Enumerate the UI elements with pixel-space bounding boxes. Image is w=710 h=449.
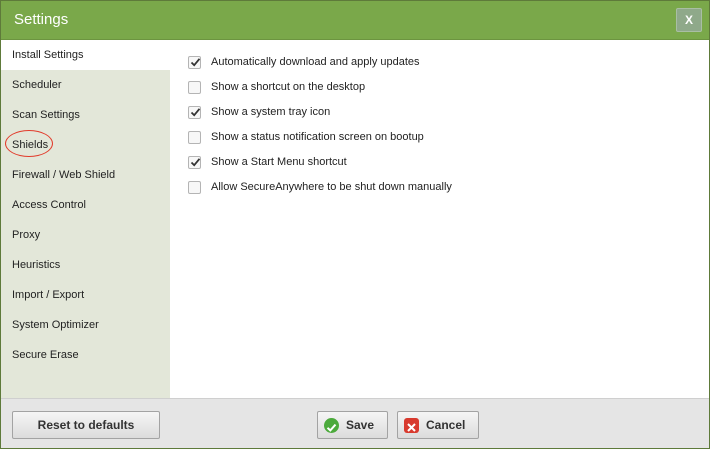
- checkbox[interactable]: [188, 156, 201, 169]
- checkbox[interactable]: [188, 81, 201, 94]
- cancel-button[interactable]: Cancel: [397, 411, 479, 439]
- window-title: Settings: [14, 11, 69, 28]
- close-icon: X: [684, 13, 693, 27]
- sidebar-item-access-control[interactable]: Access Control: [1, 190, 170, 220]
- sidebar-item-system-optimizer[interactable]: System Optimizer: [1, 310, 170, 340]
- sidebar-item-label: Secure Erase: [12, 349, 79, 361]
- option-label: Show a Start Menu shortcut: [211, 156, 347, 168]
- option-label: Show a shortcut on the desktop: [211, 81, 366, 93]
- sidebar-item-label: Proxy: [12, 229, 41, 241]
- sidebar-item-label: Scan Settings: [12, 109, 80, 121]
- sidebar-item-import-export[interactable]: Import / Export: [1, 280, 170, 310]
- option-label: Allow SecureAnywhere to be shut down man…: [211, 181, 452, 193]
- sidebar-item-proxy[interactable]: Proxy: [1, 220, 170, 250]
- sidebar-item-install-settings[interactable]: Install Settings: [1, 40, 170, 70]
- settings-window: Settings X Install Settings Scheduler Sc…: [0, 0, 710, 449]
- highlight-ring-annotation: [5, 130, 53, 157]
- reset-to-defaults-button[interactable]: Reset to defaults: [12, 411, 160, 439]
- option-label: Show a system tray icon: [211, 106, 331, 118]
- sidebar-item-secure-erase[interactable]: Secure Erase: [1, 340, 170, 370]
- sidebar-item-scheduler[interactable]: Scheduler: [1, 70, 170, 100]
- sidebar-item-label: Heuristics: [12, 259, 61, 271]
- sidebar-item-label: Access Control: [12, 199, 86, 211]
- title-bar: Settings X: [1, 1, 709, 40]
- dialog-footer: Reset to defaults Save Cancel: [1, 398, 709, 448]
- option-label: Show a status notification screen on boo…: [211, 131, 424, 143]
- sidebar-item-label: Firewall / Web Shield: [12, 169, 116, 181]
- sidebar-item-firewall-web-shield[interactable]: Firewall / Web Shield: [1, 160, 170, 190]
- sidebar-item-heuristics[interactable]: Heuristics: [1, 250, 170, 280]
- check-icon: [190, 58, 201, 67]
- check-icon: [190, 158, 201, 167]
- sidebar-item-label: System Optimizer: [12, 319, 99, 331]
- reset-button-label: Reset to defaults: [37, 418, 135, 432]
- sidebar-item-label: Install Settings: [12, 49, 84, 61]
- checkbox[interactable]: [188, 131, 201, 144]
- check-circle-icon: [324, 418, 339, 433]
- install-settings-panel: Automatically download and apply updates…: [170, 40, 709, 398]
- save-button-label: Save: [346, 418, 375, 432]
- sidebar-item-label: Import / Export: [12, 289, 85, 301]
- checkbox[interactable]: [188, 181, 201, 194]
- save-button[interactable]: Save: [317, 411, 388, 439]
- sidebar-item-scan-settings[interactable]: Scan Settings: [1, 100, 170, 130]
- cancel-button-label: Cancel: [426, 418, 466, 432]
- close-button[interactable]: X: [676, 8, 702, 32]
- checkbox[interactable]: [188, 106, 201, 119]
- x-box-icon: [404, 418, 419, 433]
- check-icon: [190, 108, 201, 117]
- settings-sidebar: Install Settings Scheduler Scan Settings…: [1, 40, 170, 398]
- sidebar-item-label: Scheduler: [12, 79, 62, 91]
- option-label: Automatically download and apply updates: [211, 56, 420, 68]
- checkbox[interactable]: [188, 56, 201, 69]
